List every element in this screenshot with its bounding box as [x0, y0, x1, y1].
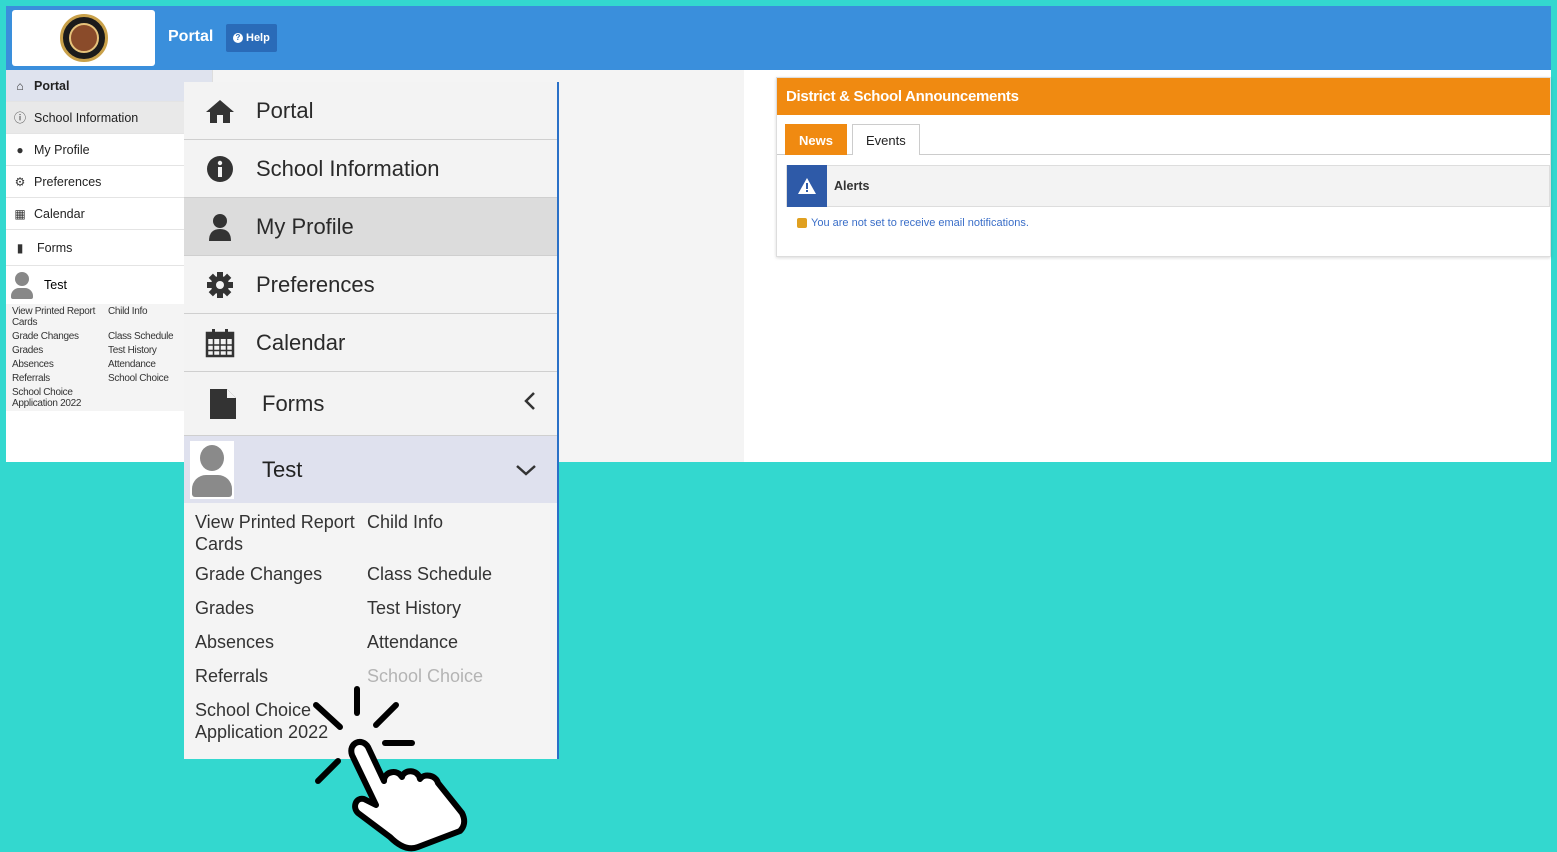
chevron-down-icon[interactable]: [515, 456, 537, 484]
link-school-choice[interactable]: School Choice: [367, 665, 542, 687]
document-icon: ▮: [16, 240, 24, 255]
avatar: [10, 270, 34, 300]
zoomed-menu: Portal School Information My Profile Pre…: [184, 82, 559, 759]
student-name: Test: [44, 278, 67, 292]
menu-item-label: Forms: [262, 390, 325, 416]
menu-item-label: Preferences: [256, 271, 375, 297]
sidebar-item-label: School Information: [34, 110, 139, 125]
info-icon: ⓘ: [13, 111, 26, 125]
link-view-printed-report-cards[interactable]: View Printed Report Cards: [12, 306, 108, 328]
link-grade-changes[interactable]: Grade Changes: [195, 563, 367, 585]
link-school-choice-application[interactable]: School Choice Application 2022: [12, 387, 108, 409]
link-attendance[interactable]: Attendance: [367, 631, 542, 653]
seal-icon: [59, 14, 108, 62]
link-view-printed-report-cards[interactable]: View Printed Report Cards: [195, 511, 367, 555]
chevron-left-icon[interactable]: [523, 390, 537, 418]
sidebar-item-label: Preferences: [34, 174, 102, 189]
announcements-panel: District & School Announcements News Eve…: [776, 77, 1551, 257]
tab-news[interactable]: News: [785, 124, 847, 155]
help-label: Help: [246, 32, 270, 44]
link-referrals[interactable]: Referrals: [12, 373, 108, 384]
sidebar-item-my-profile[interactable]: ● My Profile: [6, 134, 212, 166]
sidebar-item-calendar[interactable]: ▦ Calendar: [6, 198, 212, 230]
link-grades[interactable]: Grades: [12, 345, 108, 356]
sidebar-item-forms[interactable]: ▮ Forms: [6, 230, 212, 266]
gear-icon: ⚙: [14, 174, 26, 189]
link-absences[interactable]: Absences: [12, 359, 108, 370]
question-icon: ?: [233, 33, 243, 43]
menu-item-label: School Information: [256, 155, 440, 181]
district-logo[interactable]: [12, 10, 155, 66]
home-icon: ⌂: [16, 78, 24, 93]
menu-item-calendar[interactable]: Calendar: [184, 314, 557, 372]
help-button[interactable]: ? Help: [226, 24, 277, 52]
menu-item-forms[interactable]: Forms: [184, 372, 557, 436]
sidebar-student-links: View Printed Report Cards Child Info Gra…: [6, 304, 212, 411]
sidebar-item-school-information[interactable]: ⓘ School Information: [6, 102, 212, 134]
sidebar-item-preferences[interactable]: ⚙ Preferences: [6, 166, 212, 198]
sidebar-item-label: Portal: [34, 78, 70, 93]
person-icon: [797, 218, 807, 228]
sidebar-item-label: Calendar: [34, 206, 85, 221]
calendar-icon: [184, 328, 256, 358]
sidebar-item-portal[interactable]: ⌂ Portal: [6, 70, 212, 102]
user-icon: [184, 213, 256, 241]
menu-item-school-information[interactable]: School Information: [184, 140, 557, 198]
menu-item-portal[interactable]: Portal: [184, 82, 557, 140]
page-title[interactable]: Portal: [168, 28, 213, 46]
sidebar-student[interactable]: Test: [6, 266, 212, 304]
menu-item-my-profile[interactable]: My Profile: [184, 198, 557, 256]
student-name: Test: [262, 456, 303, 482]
menu-item-label: Calendar: [256, 329, 346, 355]
link-absences[interactable]: Absences: [195, 631, 367, 653]
sidebar: ⌂ Portal ⓘ School Information ● My Profi…: [6, 70, 213, 462]
sidebar-item-label: Forms: [37, 240, 73, 255]
link-grades[interactable]: Grades: [195, 597, 367, 619]
calendar-icon: ▦: [14, 206, 26, 221]
alerts-label: Alerts: [834, 179, 870, 193]
link-grade-changes[interactable]: Grade Changes: [12, 331, 108, 342]
click-hand-icon: [313, 686, 468, 852]
email-notice[interactable]: You are not set to receive email notific…: [797, 217, 1550, 229]
gear-icon: [184, 271, 256, 299]
sidebar-item-label: My Profile: [34, 142, 90, 157]
home-icon: [184, 98, 256, 124]
document-icon: [184, 388, 262, 420]
avatar: [190, 440, 234, 499]
tab-events[interactable]: Events: [851, 124, 920, 155]
alerts-header[interactable]: Alerts: [786, 165, 1550, 207]
menu-student[interactable]: Test: [184, 436, 557, 503]
info-icon: [184, 155, 256, 183]
link-child-info[interactable]: Child Info: [367, 511, 542, 551]
top-bar: Portal ? Help: [6, 6, 1551, 70]
announcements-tabs: News Events: [777, 115, 1550, 155]
link-test-history[interactable]: Test History: [367, 597, 542, 619]
announcements-title: District & School Announcements: [777, 78, 1550, 115]
email-notice-text: You are not set to receive email notific…: [811, 217, 1029, 229]
warning-icon: [787, 165, 827, 207]
link-class-schedule[interactable]: Class Schedule: [367, 563, 542, 585]
link-referrals[interactable]: Referrals: [195, 665, 367, 687]
menu-item-label: Portal: [256, 97, 314, 123]
menu-item-label: My Profile: [256, 213, 354, 239]
user-icon: ●: [16, 142, 24, 157]
menu-item-preferences[interactable]: Preferences: [184, 256, 557, 314]
